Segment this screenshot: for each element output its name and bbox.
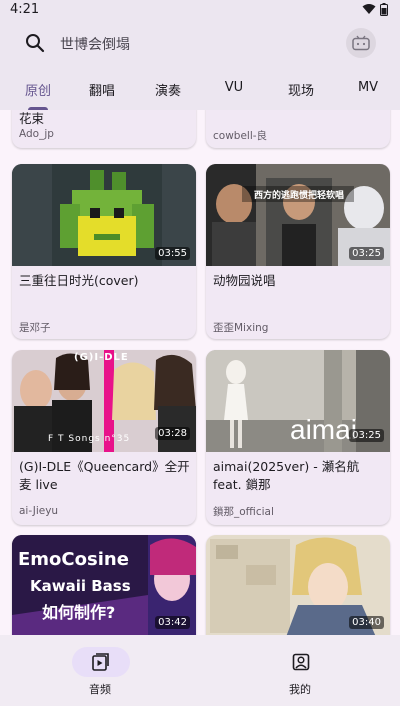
video-card[interactable]: aimai 03:25 aimai(2025ver) - 瀬名航 feat. 鎖… [206,350,390,525]
nav-item-audio[interactable]: 音频 [0,635,200,706]
nav-label: 我的 [289,683,311,696]
thumbnail-caption: EmoCosine [18,549,129,570]
video-card[interactable]: cowbell-良 [206,110,390,148]
video-duration: 03:55 [155,247,190,260]
video-author[interactable]: 是邓子 [19,320,51,335]
video-title: 动物园说唱 [213,273,276,288]
video-feed[interactable]: 花束 Ado_jp cowbell-良 03:55 三重往日时光(cover) … [0,110,400,635]
tab-instrumental[interactable]: 演奏 [148,76,188,110]
video-author[interactable]: Ado_jp [19,128,54,140]
status-icons [362,2,388,16]
video-card[interactable]: 03:55 三重往日时光(cover) 是邓子 [12,164,196,339]
category-tabs: 原创 翻唱 演奏 VU 现场 MV [0,76,400,110]
video-thumbnail[interactable]: 03:40 [206,535,390,635]
tab-original[interactable]: 原创 [18,76,58,110]
wifi-icon [362,4,376,14]
video-thumbnail[interactable]: (G)I-DLE F T Songs n°35 03:28 [12,350,196,452]
search-bar[interactable]: 世博会倒塌 [0,18,400,68]
video-card[interactable]: 西方的逃跑惯把轻软唱 03:25 动物园说唱 歪歪Mixing [206,164,390,339]
status-time: 4:21 [10,1,40,17]
video-duration: 03:42 [155,616,190,629]
video-thumbnail[interactable]: EmoCosine Kawaii Bass 如何制作? 03:42 [12,535,196,635]
tab-vu[interactable]: VU [214,76,254,110]
video-title: 花束 [19,111,45,126]
bilibili-tv-icon[interactable] [346,28,376,58]
video-thumbnail[interactable]: 03:55 [12,164,196,266]
tab-mv[interactable]: MV [348,76,388,110]
nav-pill[interactable] [272,647,330,677]
thumbnail-subcaption: F T Songs n°35 [48,434,131,444]
video-author[interactable]: ai-Jieyu [19,505,58,517]
tab-live[interactable]: 现场 [281,76,321,110]
top-header: 世博会倒塌 原创 翻唱 演奏 VU 现场 MV [0,18,400,110]
video-duration: 03:25 [349,429,384,442]
nav-pill[interactable] [72,647,130,677]
thumbnail-caption: 西方的逃跑惯把轻软唱 [253,191,344,201]
nav-label: 音频 [89,683,111,696]
video-card[interactable]: EmoCosine Kawaii Bass 如何制作? 03:42 [12,535,196,635]
video-thumbnail[interactable]: aimai 03:25 [206,350,390,452]
video-duration: 03:28 [155,427,190,440]
video-card[interactable]: 花束 Ado_jp [12,110,196,148]
video-title: 三重往日时光(cover) [19,273,139,288]
music-video-icon [92,653,109,671]
video-author[interactable]: cowbell-良 [213,128,267,143]
thumbnail-subcaption: Kawaii Bass [30,577,131,595]
thumbnail-caption: aimai [290,414,357,445]
video-title: (G)I-DLE《Queencard》全开麦 live [19,459,190,492]
thumbnail-caption-3: 如何制作? [42,603,116,622]
status-bar: 4:21 [0,0,400,18]
video-title: aimai(2025ver) - 瀬名航 feat. 鎖那 [213,459,360,492]
video-duration: 03:40 [349,616,384,629]
profile-icon [292,653,310,671]
video-duration: 03:25 [349,247,384,260]
video-card[interactable]: (G)I-DLE F T Songs n°35 03:28 (G)I-DLE《Q… [12,350,196,525]
battery-icon [380,2,388,16]
thumbnail-caption: (G)I-DLE [74,352,129,363]
video-card[interactable]: 03:40 [206,535,390,635]
nav-item-profile[interactable]: 我的 [200,635,400,706]
video-author[interactable]: 鎖那_official [213,504,274,519]
video-thumbnail[interactable]: 西方的逃跑惯把轻软唱 03:25 [206,164,390,266]
search-icon[interactable] [24,32,46,54]
video-author[interactable]: 歪歪Mixing [213,320,268,335]
tab-cover[interactable]: 翻唱 [82,76,122,110]
search-input[interactable]: 世博会倒塌 [60,34,130,54]
bottom-navigation: 音频 我的 [0,635,400,706]
